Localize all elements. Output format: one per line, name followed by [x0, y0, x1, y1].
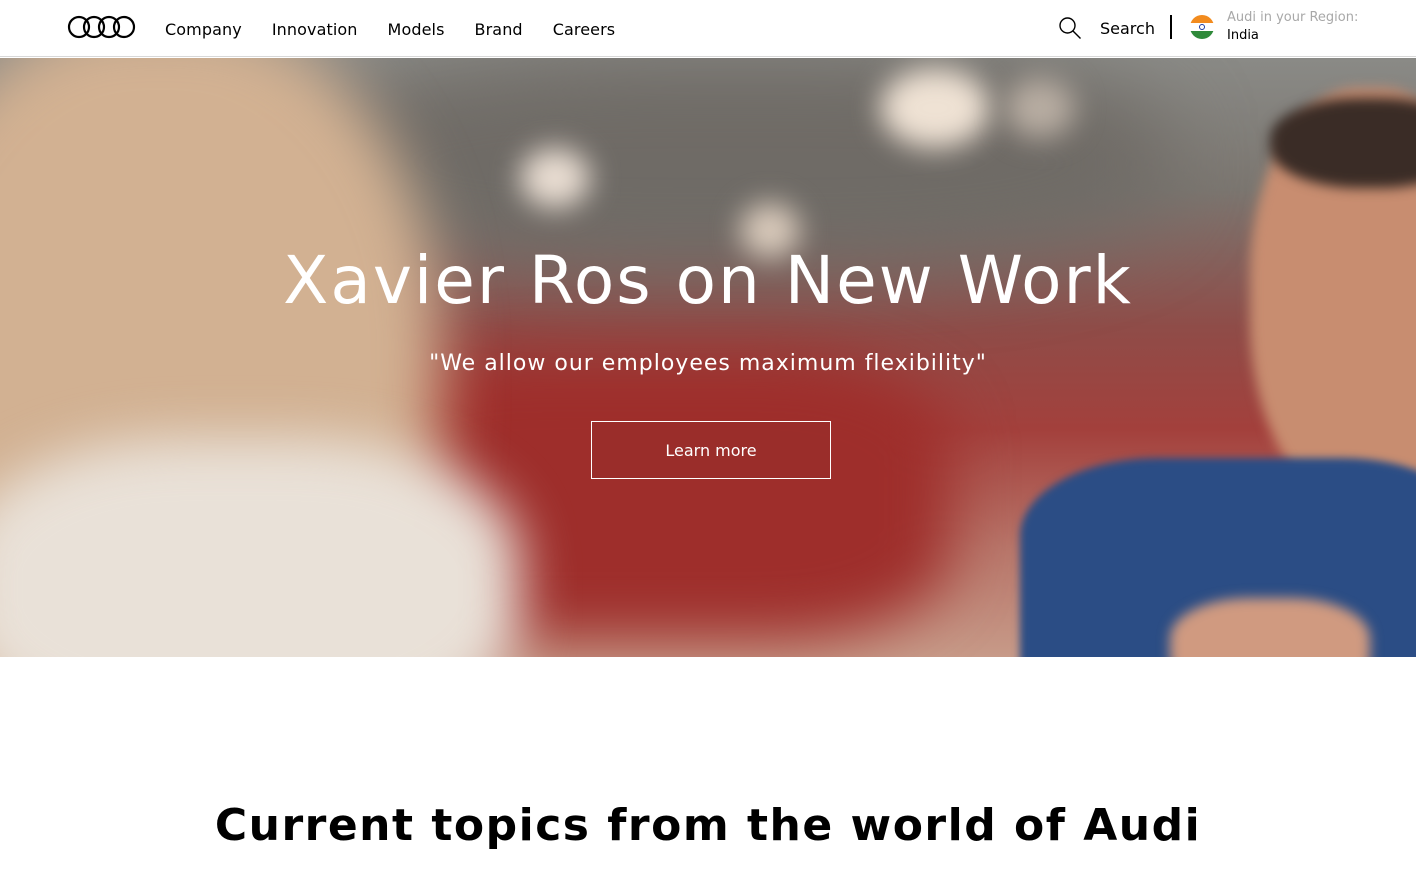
search-icon [1059, 17, 1081, 39]
hero-banner: Xavier Ros on New Work "We allow our emp… [0, 58, 1416, 657]
india-flag-icon [1190, 15, 1214, 39]
section-title: Current topics from the world of Audi [214, 800, 1202, 851]
header-divider [1170, 15, 1172, 39]
hero-subtitle: "We allow our employees maximum flexibil… [429, 351, 987, 376]
region-value: India [1227, 28, 1259, 43]
main-nav: Company Innovation Models Brand Careers [165, 0, 645, 57]
site-header: Company Innovation Models Brand Careers … [0, 0, 1416, 57]
learn-more-button[interactable]: Learn more [591, 421, 831, 479]
nav-item-brand[interactable]: Brand [475, 18, 523, 39]
nav-item-models[interactable]: Models [388, 18, 445, 39]
nav-item-innovation[interactable]: Innovation [272, 18, 358, 39]
region-selector[interactable]: Audi in your Region: India [1190, 9, 1358, 45]
search-button[interactable]: Search [1058, 14, 1155, 42]
nav-item-careers[interactable]: Careers [553, 18, 616, 39]
audi-rings-icon[interactable] [67, 15, 137, 39]
region-label: Audi in your Region: [1227, 10, 1359, 25]
hero-title: Xavier Ros on New Work [283, 242, 1133, 319]
nav-item-company[interactable]: Company [165, 18, 242, 39]
search-label: Search [1100, 18, 1155, 38]
